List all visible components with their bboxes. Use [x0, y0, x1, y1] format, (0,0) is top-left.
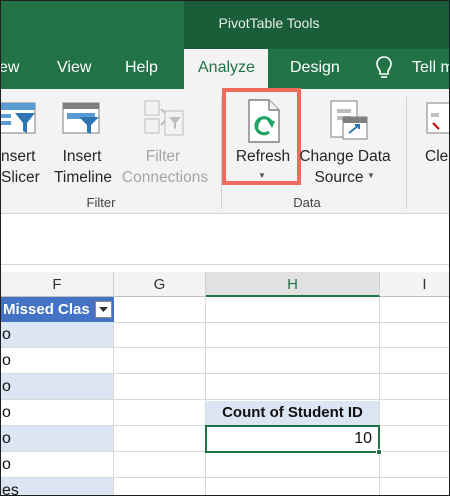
context-title: PivotTable Tools: [218, 15, 320, 31]
clear-icon[interactable]: [425, 101, 449, 142]
change-data-source-label-1[interactable]: Change Data: [294, 146, 396, 167]
gridline: [205, 297, 206, 495]
tell-me-search[interactable]: Tell m: [412, 59, 449, 81]
table-cell[interactable]: o: [1, 374, 114, 400]
excel-window: PivotTable Tools ew View Help Analyze De…: [0, 0, 450, 496]
insert-timeline-label-1[interactable]: Insert: [58, 146, 106, 167]
table-cell[interactable]: o: [1, 348, 114, 374]
filter-dropdown-button[interactable]: [95, 301, 112, 318]
fill-handle[interactable]: [376, 449, 382, 455]
column-header-i[interactable]: I: [380, 272, 449, 297]
tab-view[interactable]: View: [57, 59, 91, 81]
tab-view-partial[interactable]: ew: [1, 59, 19, 81]
column-header-h[interactable]: H: [206, 272, 380, 297]
formula-bar-area: [1, 215, 449, 265]
gridline: [114, 373, 449, 374]
table-cell[interactable]: o: [1, 400, 114, 426]
table-cell[interactable]: o: [1, 452, 114, 478]
filter-connections-label-1: Filter: [145, 148, 181, 165]
insert-slicer-label-1[interactable]: nsert: [1, 146, 41, 167]
tab-analyze-label: Analyze: [198, 59, 255, 76]
pivot-value-cell[interactable]: 10: [205, 425, 380, 453]
gridline: [114, 477, 449, 478]
filter-connections-icon: [143, 99, 187, 144]
insert-slicer-icon[interactable]: [1, 101, 41, 142]
gridline: [114, 322, 449, 323]
refresh-highlight-box: [222, 88, 301, 185]
gridline: [114, 347, 449, 348]
filter-connections-label-2: Connections: [121, 169, 209, 186]
gridline: [379, 297, 380, 495]
column-header-f[interactable]: F: [1, 272, 114, 297]
filter-group-label: Filter: [86, 195, 116, 210]
tab-help[interactable]: Help: [125, 59, 158, 81]
pivot-header-count-of-student-id[interactable]: Count of Student ID: [206, 401, 379, 425]
gridline: [114, 399, 449, 400]
insert-timeline-label-2[interactable]: Timeline: [50, 167, 116, 188]
table-cell[interactable]: es: [1, 478, 114, 495]
change-data-source-label-2[interactable]: Source: [313, 167, 365, 188]
change-data-source-icon[interactable]: [329, 99, 369, 146]
group-separator-2: [406, 97, 407, 209]
column-header-g[interactable]: G: [114, 272, 206, 297]
tab-design[interactable]: Design: [290, 59, 340, 81]
lightbulb-icon[interactable]: [375, 55, 393, 86]
change-data-source-dropdown-caret[interactable]: ▼: [367, 171, 375, 180]
insert-slicer-label-2[interactable]: Slicer: [1, 167, 41, 188]
table-cell[interactable]: o: [1, 426, 114, 452]
data-group-label: Data: [293, 195, 321, 210]
clear-label[interactable]: Cle: [425, 146, 449, 167]
table-cell[interactable]: o: [1, 322, 114, 348]
insert-timeline-icon[interactable]: [61, 101, 103, 142]
